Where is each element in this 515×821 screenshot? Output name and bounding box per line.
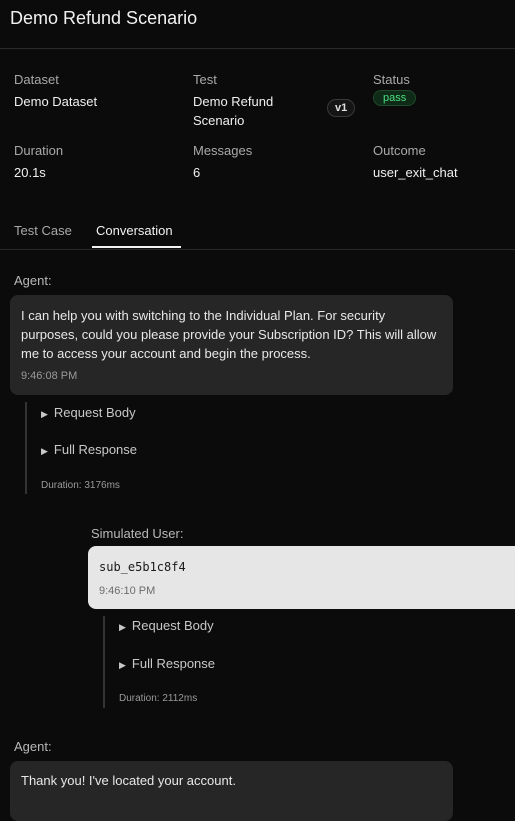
message-text: I can help you with switching to the Ind… — [21, 308, 437, 361]
page-title: Demo Refund Scenario — [10, 8, 198, 28]
message-text: Thank you! I've located your account. — [21, 773, 236, 788]
request-body-toggle[interactable]: ▶ Request Body — [41, 405, 136, 420]
agent-sender-label: Agent: — [14, 739, 52, 754]
outcome-label: Outcome — [373, 143, 426, 158]
dataset-label: Dataset — [14, 72, 59, 87]
status-badge: pass — [373, 90, 417, 106]
tab-test-case[interactable]: Test Case — [14, 223, 72, 238]
messages-field: Messages 6 — [193, 143, 363, 182]
tab-bar: Test Case Conversation — [0, 212, 515, 250]
active-tab-indicator — [92, 246, 181, 248]
message-details: ▶ Request Body ▶ Full Response Duration: 3… — [25, 402, 227, 494]
full-response-label: Full Response — [53, 442, 138, 457]
status-label: Status — [373, 72, 410, 87]
request-body-toggle[interactable]: ▶ Request Body — [119, 618, 214, 633]
full-response-toggle[interactable]: ▶ Full Response — [41, 442, 137, 457]
outcome-field: Outcome user_exit_chat — [373, 143, 515, 182]
page-header: Demo Refund Scenario — [0, 0, 515, 49]
expand-triangle-icon: ▶ — [41, 409, 48, 419]
user-message-bubble: sub_e5b1c8f4 9:46:10 PM — [88, 546, 515, 609]
outcome-value: user_exit_chat — [373, 165, 458, 180]
duration-value: 20.1s — [14, 165, 46, 180]
expand-triangle-icon: ▶ — [119, 660, 126, 670]
message-timestamp: 9:46:10 PM — [99, 585, 156, 597]
agent-sender-label: Agent: — [14, 273, 52, 288]
status-field: Status pass — [373, 72, 515, 106]
test-metadata-panel: Dataset Demo Dataset Test Demo Refund Sc… — [0, 49, 515, 209]
duration-label: Duration — [14, 143, 64, 158]
test-value: Demo Refund Scenario — [193, 94, 274, 128]
messages-label: Messages — [193, 143, 253, 158]
agent-message-bubble: Thank you! I've located your account. — [10, 761, 453, 821]
full-response-toggle[interactable]: ▶ Full Response — [119, 656, 215, 671]
message-timestamp: 9:46:08 PM — [21, 370, 78, 382]
response-duration: Duration: 2112ms — [119, 693, 198, 704]
expand-triangle-icon: ▶ — [119, 622, 126, 632]
message-details: ▶ Request Body ▶ Full Response Duration: 2… — [103, 616, 305, 708]
request-body-label: Request Body — [131, 618, 214, 633]
version-badge: v1 — [327, 99, 356, 117]
response-duration: Duration: 3176ms — [41, 480, 120, 491]
test-label: Test — [193, 72, 217, 87]
messages-value: 6 — [193, 165, 201, 180]
user-sender-label: Simulated User: — [91, 526, 184, 541]
tab-conversation[interactable]: Conversation — [96, 223, 173, 238]
message-text: sub_e5b1c8f4 — [99, 560, 186, 574]
duration-field: Duration 20.1s — [14, 143, 184, 182]
agent-message-bubble: I can help you with switching to the Ind… — [10, 295, 453, 395]
dataset-field: Dataset Demo Dataset — [14, 72, 184, 111]
full-response-label: Full Response — [131, 656, 216, 671]
expand-triangle-icon: ▶ — [41, 446, 48, 456]
dataset-value: Demo Dataset — [14, 94, 98, 109]
request-body-label: Request Body — [53, 405, 136, 420]
